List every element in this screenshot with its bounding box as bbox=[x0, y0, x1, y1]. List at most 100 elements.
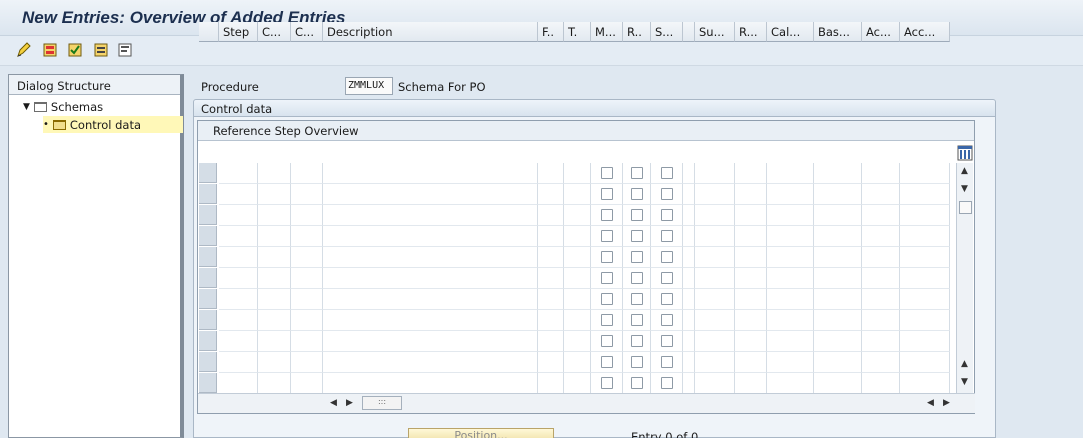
table-cell[interactable] bbox=[695, 352, 735, 373]
table-cell[interactable] bbox=[258, 205, 291, 226]
table-cell[interactable] bbox=[323, 310, 538, 331]
column-header-c1[interactable]: C... bbox=[258, 22, 291, 42]
position-button[interactable]: Position... bbox=[408, 428, 554, 438]
table-cell[interactable] bbox=[258, 226, 291, 247]
row-selector[interactable] bbox=[199, 226, 217, 246]
table-cell[interactable] bbox=[683, 184, 695, 205]
table-cell[interactable] bbox=[814, 289, 862, 310]
table-cell[interactable] bbox=[735, 289, 767, 310]
table-cell[interactable] bbox=[814, 352, 862, 373]
column-header-r2[interactable]: R... bbox=[735, 22, 767, 42]
tree-item-control-data[interactable]: • Control data bbox=[43, 116, 183, 133]
table-cell[interactable] bbox=[538, 163, 564, 184]
table-cell[interactable] bbox=[564, 331, 591, 352]
table-cell[interactable] bbox=[814, 226, 862, 247]
table-cell[interactable] bbox=[900, 247, 950, 268]
table-cell[interactable] bbox=[323, 184, 538, 205]
row-checkbox[interactable] bbox=[601, 272, 613, 284]
table-cell[interactable] bbox=[862, 373, 900, 394]
row-checkbox[interactable] bbox=[661, 335, 673, 347]
table-cell[interactable] bbox=[900, 184, 950, 205]
table-cell[interactable] bbox=[219, 184, 258, 205]
table-cell[interactable] bbox=[258, 247, 291, 268]
details-icon[interactable] bbox=[117, 42, 133, 58]
table-cell[interactable] bbox=[767, 205, 814, 226]
table-cell[interactable] bbox=[564, 205, 591, 226]
scroll-right-icon[interactable]: ▶ bbox=[346, 398, 353, 408]
save-icon[interactable] bbox=[42, 42, 58, 58]
row-checkbox[interactable] bbox=[661, 230, 673, 242]
table-cell[interactable] bbox=[695, 289, 735, 310]
table-cell[interactable] bbox=[538, 289, 564, 310]
table-cell[interactable] bbox=[564, 310, 591, 331]
deselect-icon[interactable] bbox=[93, 42, 109, 58]
table-cell[interactable] bbox=[258, 289, 291, 310]
table-cell[interactable] bbox=[219, 352, 258, 373]
table-cell[interactable] bbox=[862, 268, 900, 289]
table-cell[interactable] bbox=[291, 247, 323, 268]
table-cell[interactable] bbox=[219, 310, 258, 331]
row-checkbox[interactable] bbox=[601, 377, 613, 389]
row-checkbox[interactable] bbox=[601, 167, 613, 179]
table-cell[interactable] bbox=[900, 310, 950, 331]
table-cell[interactable] bbox=[538, 310, 564, 331]
scroll-left-icon[interactable]: ◀ bbox=[330, 398, 337, 408]
table-cell[interactable] bbox=[862, 247, 900, 268]
table-cell[interactable] bbox=[258, 163, 291, 184]
table-cell[interactable] bbox=[735, 184, 767, 205]
scroll-page-down-icon[interactable]: ▼ bbox=[961, 377, 968, 387]
column-header-su[interactable]: Su... bbox=[695, 22, 735, 42]
table-cell[interactable] bbox=[862, 289, 900, 310]
scroll-left-end-icon[interactable]: ◀ bbox=[927, 398, 934, 408]
row-checkbox[interactable] bbox=[631, 293, 643, 305]
table-cell[interactable] bbox=[735, 373, 767, 394]
tree-item-schemas[interactable]: ▼ Schemas bbox=[23, 98, 103, 115]
table-cell[interactable] bbox=[735, 226, 767, 247]
row-selector[interactable] bbox=[199, 184, 217, 204]
row-checkbox[interactable] bbox=[631, 314, 643, 326]
table-cell[interactable] bbox=[767, 310, 814, 331]
table-cell[interactable] bbox=[538, 352, 564, 373]
row-checkbox[interactable] bbox=[631, 230, 643, 242]
table-cell[interactable] bbox=[323, 289, 538, 310]
table-cell[interactable] bbox=[538, 268, 564, 289]
table-cell[interactable] bbox=[323, 226, 538, 247]
column-header-f[interactable]: F.. bbox=[538, 22, 564, 42]
control-data-tab[interactable]: Control data bbox=[193, 99, 996, 117]
column-header-m[interactable]: M... bbox=[591, 22, 623, 42]
table-cell[interactable] bbox=[862, 226, 900, 247]
row-checkbox[interactable] bbox=[601, 314, 613, 326]
scroll-thumb[interactable] bbox=[959, 201, 972, 214]
table-cell[interactable] bbox=[564, 268, 591, 289]
table-cell[interactable] bbox=[735, 247, 767, 268]
table-cell[interactable] bbox=[735, 310, 767, 331]
table-cell[interactable] bbox=[900, 226, 950, 247]
table-cell[interactable] bbox=[683, 205, 695, 226]
column-header-step[interactable]: Step bbox=[219, 22, 258, 42]
table-cell[interactable] bbox=[258, 184, 291, 205]
table-cell[interactable] bbox=[323, 247, 538, 268]
scroll-page-up-icon[interactable]: ▲ bbox=[961, 359, 968, 369]
table-cell[interactable] bbox=[767, 289, 814, 310]
column-header-c2[interactable]: C... bbox=[291, 22, 323, 42]
table-cell[interactable] bbox=[219, 373, 258, 394]
table-cell[interactable] bbox=[900, 205, 950, 226]
table-cell[interactable] bbox=[814, 331, 862, 352]
table-cell[interactable] bbox=[291, 268, 323, 289]
row-selector[interactable] bbox=[199, 373, 217, 393]
column-header-blank[interactable] bbox=[683, 22, 695, 42]
table-cell[interactable] bbox=[538, 247, 564, 268]
table-cell[interactable] bbox=[291, 310, 323, 331]
table-cell[interactable] bbox=[291, 289, 323, 310]
table-cell[interactable] bbox=[767, 352, 814, 373]
table-cell[interactable] bbox=[323, 352, 538, 373]
table-cell[interactable] bbox=[538, 331, 564, 352]
row-checkbox[interactable] bbox=[601, 356, 613, 368]
table-cell[interactable] bbox=[291, 352, 323, 373]
table-cell[interactable] bbox=[900, 289, 950, 310]
table-cell[interactable] bbox=[814, 205, 862, 226]
table-cell[interactable] bbox=[538, 373, 564, 394]
table-cell[interactable] bbox=[683, 163, 695, 184]
table-cell[interactable] bbox=[900, 163, 950, 184]
row-selector[interactable] bbox=[199, 352, 217, 372]
